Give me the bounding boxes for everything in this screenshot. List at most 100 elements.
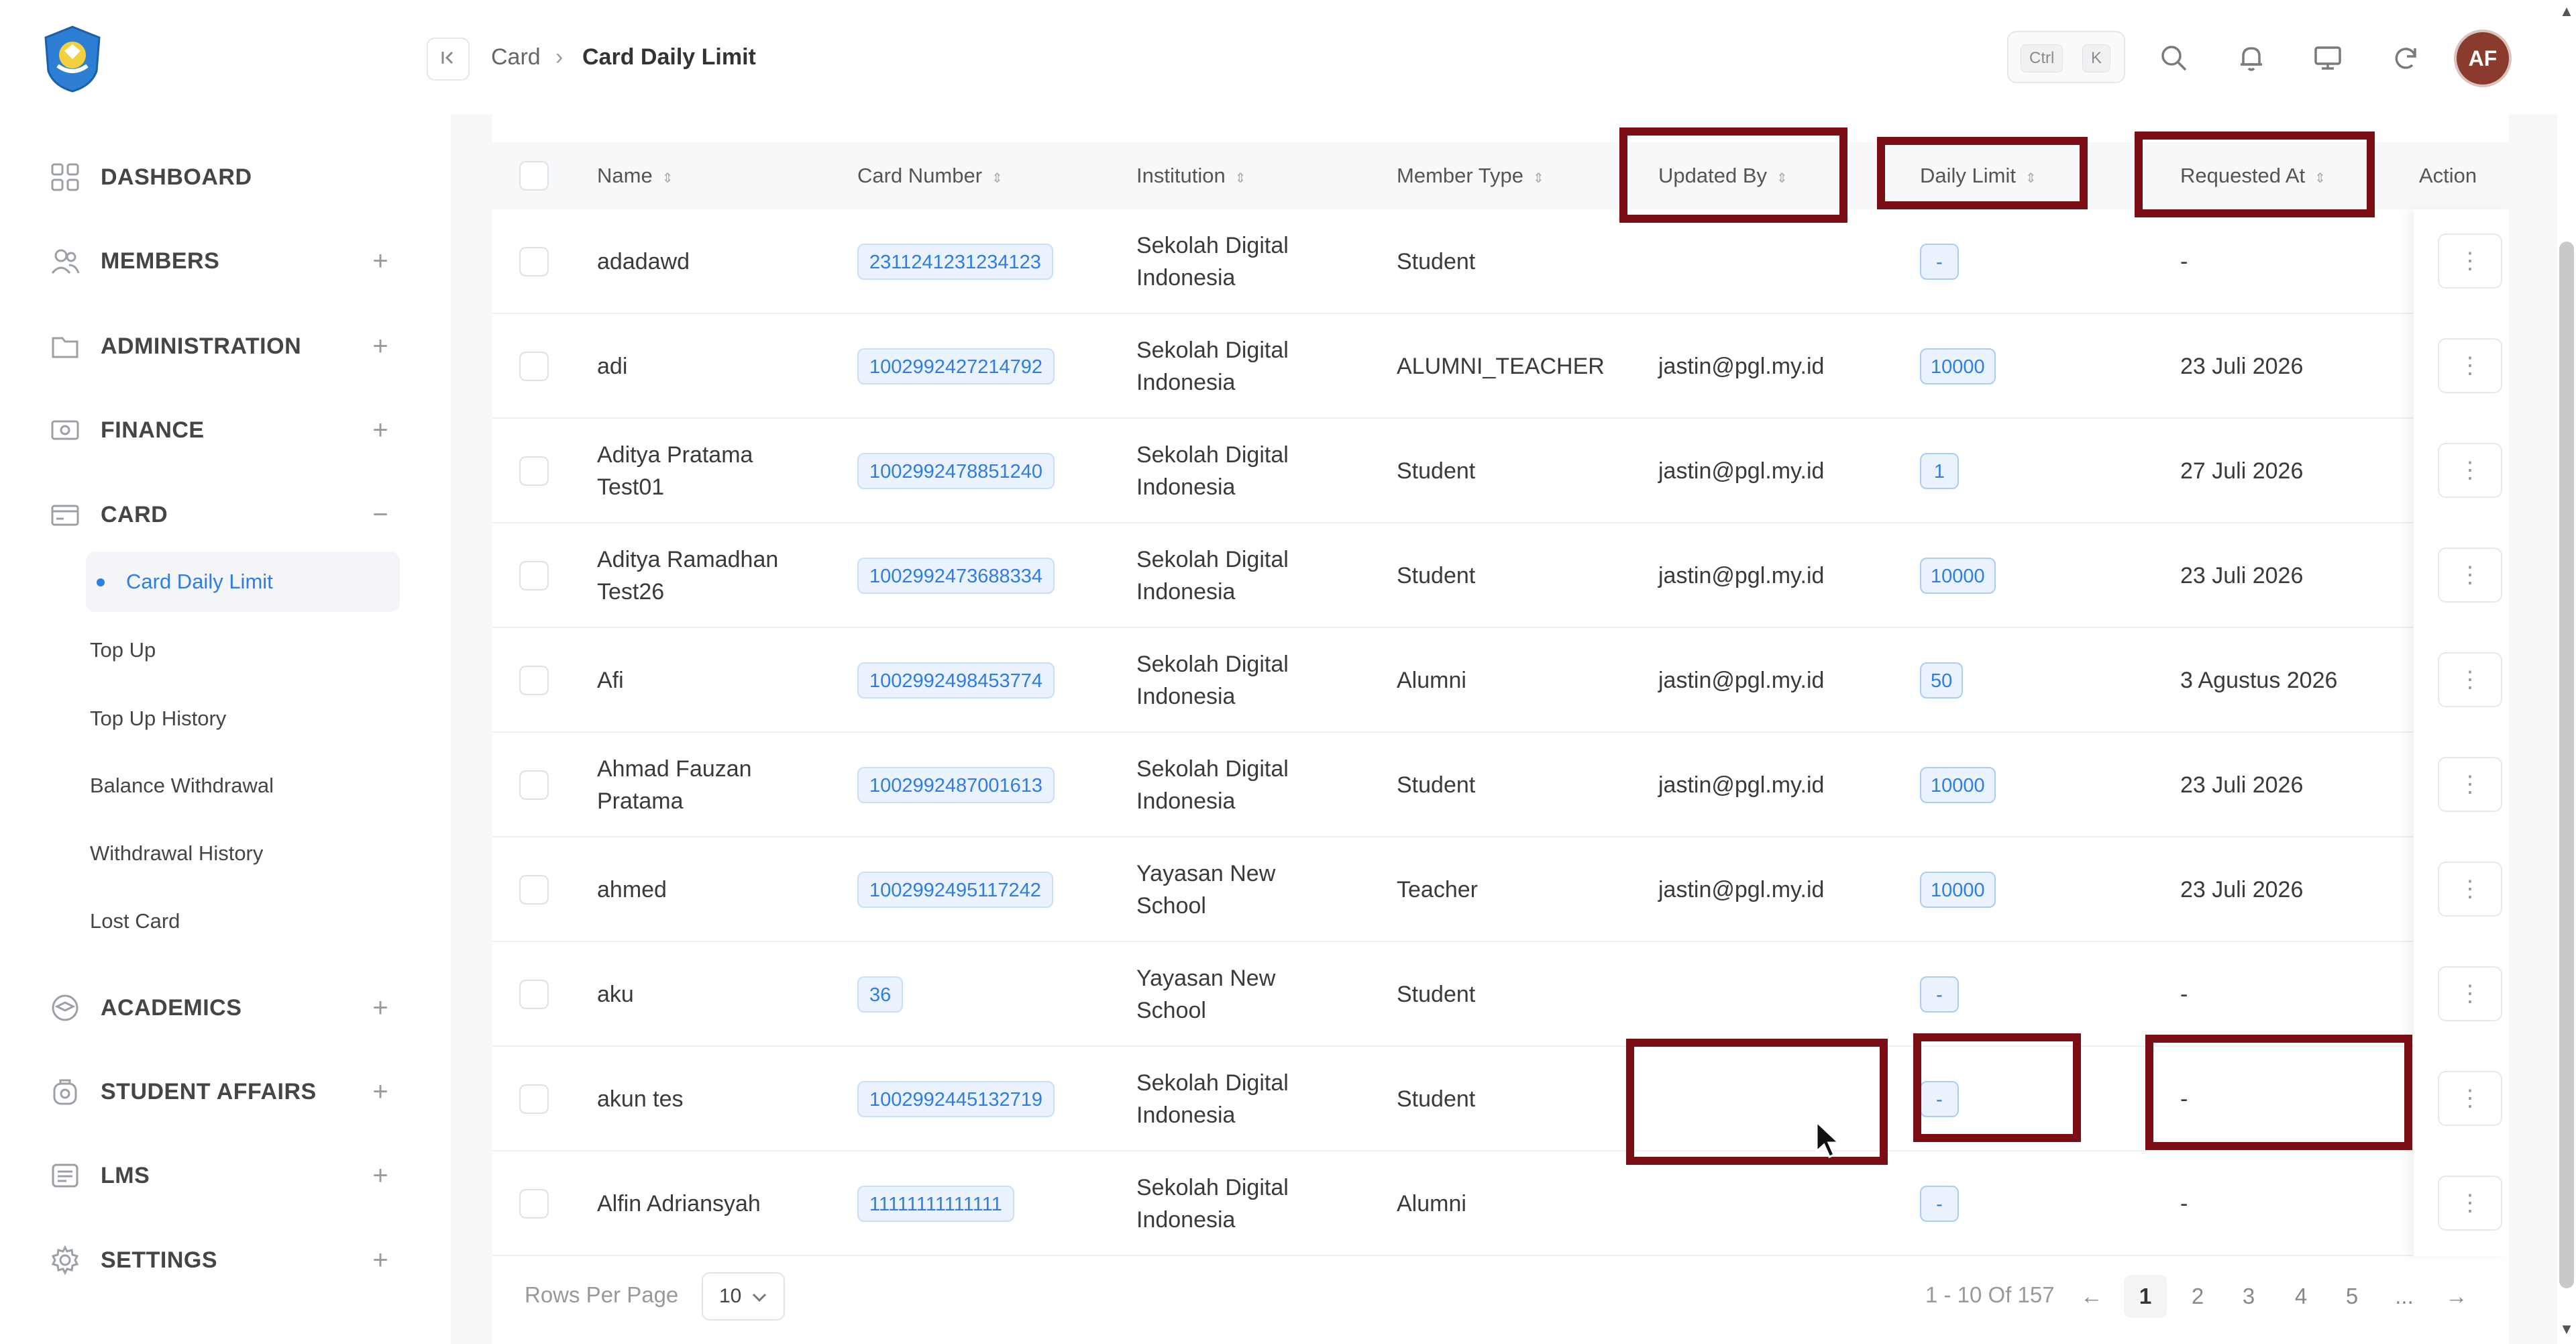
page-button-1[interactable]: 1 [2124,1275,2167,1318]
nav-card[interactable]: CARD − [47,491,396,538]
nav-lms[interactable]: LMS + [47,1152,396,1199]
row-checkbox[interactable] [519,1189,549,1219]
scroll-down-icon[interactable]: ▼ [2557,1321,2576,1339]
page-ellipsis: ... [2395,1284,2414,1308]
table-row[interactable]: Afi 1002992498453774 Sekolah Digital Indo… [492,628,2414,733]
refresh-icon[interactable] [2387,39,2424,76]
card-number-badge[interactable]: 1002992498453774 [857,662,1055,699]
nav-dashboard[interactable]: DASHBOARD [47,154,396,201]
expand-icon[interactable]: + [365,992,396,1023]
requested-at: 23 Juli 2026 [2180,877,2304,902]
card-number-badge[interactable]: 2311241231234123 [857,244,1053,280]
expand-icon[interactable]: + [365,331,396,362]
nav-members[interactable]: MEMBERS + [47,238,396,285]
row-actions-button[interactable]: ⋮ [2438,862,2502,917]
sidebar-item-top-up[interactable]: Top Up [90,620,156,680]
select-all-checkbox[interactable] [519,161,549,191]
row-actions-button[interactable]: ⋮ [2438,338,2502,393]
annotation-box-daily-limit-header [1877,137,2088,209]
tut-wuri-handayani-logo-icon[interactable] [38,24,107,94]
bell-icon[interactable] [2233,39,2270,76]
row-actions-button[interactable]: ⋮ [2438,757,2502,812]
row-actions-button[interactable]: ⋮ [2438,234,2502,289]
card-number-badge[interactable]: 1002992473688334 [857,558,1055,594]
nav-academics[interactable]: ACADEMICS + [47,984,396,1031]
card-number-badge[interactable]: 1002992445132719 [857,1081,1055,1117]
table-row[interactable]: Aditya Pratama Test01 1002992478851240 Se… [492,419,2414,523]
column-header-institution[interactable]: Institution ⇕ [1136,142,1246,209]
column-header-member-type[interactable]: Member Type ⇕ [1397,142,1544,209]
prev-page-button[interactable]: ← [2070,1275,2113,1318]
collapse-icon[interactable]: − [365,499,396,530]
row-actions-button[interactable]: ⋮ [2438,1176,2502,1231]
row-checkbox[interactable] [519,666,549,695]
table-row[interactable]: Ahmad Fauzan Pratama 1002992487001613 Sek… [492,733,2414,837]
sidebar-item-withdrawal-history[interactable]: Withdrawal History [90,823,263,884]
sidebar-item-balance-withdrawal[interactable]: Balance Withdrawal [90,756,274,816]
card-number-badge[interactable]: 1002992495117242 [857,872,1053,908]
rows-per-page-select[interactable]: 10 [702,1272,785,1321]
table-row[interactable]: adadawd 2311241231234123 Sekolah Digital… [492,209,2414,314]
next-page-button[interactable]: → [2435,1275,2478,1318]
daily-limit-badge: 10000 [1920,558,1996,594]
table-row[interactable]: Alfin Adriansyah 11111111111111 Sekolah … [492,1151,2414,1256]
page-button-5[interactable]: 5 [2330,1275,2373,1318]
search-icon[interactable] [2155,39,2192,76]
page-button-2[interactable]: 2 [2176,1275,2219,1318]
row-checkbox[interactable] [519,456,549,486]
expand-icon[interactable]: + [365,1076,396,1107]
row-checkbox[interactable] [519,247,549,276]
row-actions-button[interactable]: ⋮ [2438,443,2502,498]
table-row[interactable]: Aditya Ramadhan Test26 1002992473688334 S… [492,523,2414,628]
scrollbar-thumb[interactable] [2559,242,2574,1288]
scroll-up-icon[interactable]: ▲ [2557,3,2576,21]
table-row[interactable]: ahmed 1002992495117242 Yayasan New School… [492,837,2414,942]
page-button-3[interactable]: 3 [2227,1275,2270,1318]
breadcrumb-parent[interactable]: Card [491,40,541,74]
updated-by: jastin@pgl.my.id [1658,877,1825,902]
card-number-badge[interactable]: 1002992487001613 [857,767,1055,803]
lms-icon [47,1157,83,1194]
row-checkbox[interactable] [519,352,549,381]
nav-student-affairs[interactable]: STUDENT AFFAIRS + [47,1068,396,1115]
card-number-badge[interactable]: 11111111111111 [857,1186,1014,1222]
row-checkbox[interactable] [519,980,549,1009]
column-header-name[interactable]: Name ⇕ [597,142,673,209]
expand-icon[interactable]: + [365,415,396,446]
row-actions-button[interactable]: ⋮ [2438,966,2502,1021]
row-checkbox[interactable] [519,561,549,590]
sidebar: DASHBOARD MEMBERS + ADMINISTRATION + FIN… [0,0,451,1344]
nav-finance[interactable]: FINANCE + [47,407,396,454]
row-actions-button[interactable]: ⋮ [2438,652,2502,707]
table-row[interactable]: adi 1002992427214792 Sekolah Digital Indo… [492,314,2414,419]
collapse-sidebar-button[interactable] [427,38,470,81]
avatar[interactable]: AF [2454,30,2512,87]
expand-icon[interactable]: + [365,1160,396,1191]
row-checkbox[interactable] [519,1084,549,1114]
command-search-shortcut[interactable]: Ctrl K [2007,31,2125,83]
expand-icon[interactable]: + [365,1245,396,1276]
card-number-badge[interactable]: 36 [857,976,904,1013]
sidebar-item-lost-card[interactable]: Lost Card [90,891,180,951]
institution-text: Sekolah Digital Indonesia [1136,1070,1289,1128]
table-row[interactable]: akun tes 1002992445132719 Sekolah Digita… [492,1047,2414,1151]
row-actions-button[interactable]: ⋮ [2438,1071,2502,1126]
expand-icon[interactable]: + [365,246,396,276]
page-button-4[interactable]: 4 [2279,1275,2322,1318]
nav-settings[interactable]: SETTINGS + [47,1237,396,1284]
table-row[interactable]: aku 36 Yayasan New School Student - - [492,942,2414,1047]
card-number-badge[interactable]: 1002992478851240 [857,453,1055,489]
row-checkbox[interactable] [519,875,549,904]
sidebar-item-card-daily-limit[interactable]: Card Daily Limit [86,552,400,612]
row-actions-button[interactable]: ⋮ [2438,548,2502,603]
member-name: Ahmad Fauzan Pratama [597,756,752,814]
monitor-icon[interactable] [2309,39,2347,76]
member-type: ALUMNI_TEACHER [1397,354,1605,379]
nav-administration[interactable]: ADMINISTRATION + [47,323,396,370]
nav-label: LMS [101,1162,150,1188]
sidebar-item-top-up-history[interactable]: Top Up History [90,688,226,749]
column-header-card-number[interactable]: Card Number ⇕ [857,142,1003,209]
row-checkbox[interactable] [519,770,549,800]
card-number-badge[interactable]: 1002992427214792 [857,348,1055,384]
annotation-box-daily-limit-cell [1913,1033,2081,1142]
